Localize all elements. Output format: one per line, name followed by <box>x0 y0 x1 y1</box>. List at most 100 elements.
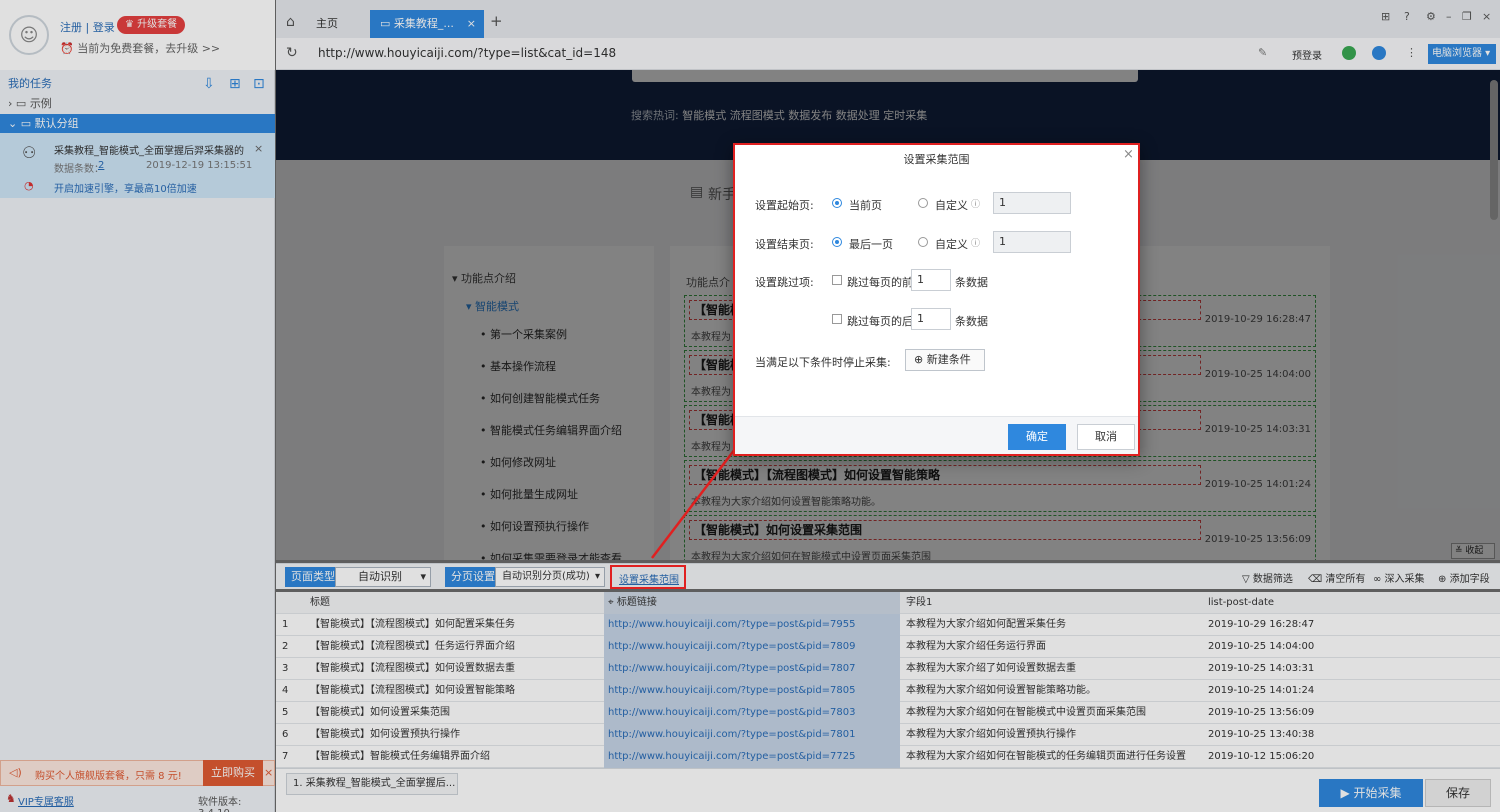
task-count[interactable]: 2 <box>98 160 104 171</box>
login-link[interactable]: 登录 <box>93 21 115 34</box>
cancel-button[interactable]: 取消 <box>1077 424 1135 450</box>
cell-link: http://www.houyicaiji.com/?type=post&pid… <box>604 636 900 658</box>
skip-front-checkbox[interactable] <box>832 275 842 285</box>
refresh-icon[interactable]: ↻ <box>286 45 298 61</box>
task-item[interactable]: ⚇ 采集教程_智能模式_全面掌握后羿采集器的... × 数据条数： 2 2019… <box>0 133 275 198</box>
buy-now-button[interactable]: 立即购买 <box>203 760 263 786</box>
hot-word[interactable]: 流程图模式 <box>730 109 785 122</box>
search-task-icon[interactable]: ⊡ <box>253 74 265 94</box>
radio-custom-start[interactable] <box>918 198 928 208</box>
web-scrollbar[interactable] <box>1490 80 1498 220</box>
group-example[interactable]: › ▭ 示例 <box>0 94 275 114</box>
hot-word[interactable]: 定时采集 <box>883 109 927 122</box>
deep-collect-button[interactable]: ∞ 深入采集 <box>1373 570 1425 585</box>
restore-icon[interactable]: ❐ <box>1462 10 1472 23</box>
menu-root[interactable]: ▾ 功能点介绍 <box>452 270 652 286</box>
vip-service-link[interactable]: VIP专属客服 <box>18 793 74 808</box>
import-icon[interactable]: ⇩ <box>203 74 215 94</box>
skip-front-input[interactable]: 1 <box>911 269 951 291</box>
settings-icon[interactable]: ⚙ <box>1426 10 1436 23</box>
hot-word[interactable]: 智能模式 <box>682 109 726 122</box>
row-index: 3 <box>282 663 289 674</box>
plugin-icon[interactable] <box>1342 46 1356 60</box>
radio-current-page[interactable] <box>832 198 842 208</box>
minimize-icon[interactable]: – <box>1446 10 1452 23</box>
new-condition-button[interactable]: ⊕ 新建条件 <box>905 349 985 371</box>
table-row[interactable]: 3 【智能模式】【流程图模式】如何设置数据去重 http://www.houyi… <box>276 658 1500 680</box>
custom-end-label: 自定义 <box>935 238 968 251</box>
hot-word[interactable]: 数据发布 <box>788 109 832 122</box>
gift-icon[interactable]: ⊞ <box>1381 10 1390 23</box>
table-row[interactable]: 6 【智能模式】如何设置预执行操作 http://www.houyicaiji.… <box>276 724 1500 746</box>
column-header[interactable]: list-post-date <box>1204 592 1494 614</box>
help-icon[interactable]: ? <box>1404 10 1410 23</box>
table-row[interactable]: 2 【智能模式】【流程图模式】任务运行界面介绍 http://www.houyi… <box>276 636 1500 658</box>
tab-home[interactable]: 主页 <box>306 10 348 38</box>
start-page-input[interactable]: 1 <box>993 192 1071 214</box>
end-page-input[interactable]: 1 <box>993 231 1071 253</box>
menu-item-label: 如何修改网址 <box>490 456 556 469</box>
table-row[interactable]: 7 【智能模式】智能模式任务编辑界面介绍 http://www.houyicai… <box>276 746 1500 768</box>
table-row[interactable]: 4 【智能模式】【流程图模式】如何设置智能策略 http://www.houyi… <box>276 680 1500 702</box>
clear-all-button[interactable]: ⌫ 清空所有 <box>1308 570 1365 585</box>
more-icon[interactable]: ⋮ <box>1406 46 1417 59</box>
trash-icon: ⌫ <box>1308 574 1323 585</box>
pre-login-button[interactable]: 预登录 <box>1292 47 1322 62</box>
add-field-button[interactable]: ⊕ 添加字段 <box>1438 570 1490 585</box>
sidebar: ☺ 注册 | 登录 ♛ 升级套餐 ⏰ 当前为免费套餐，去升级 >> 我的任务 ⇩… <box>0 0 275 812</box>
group-default[interactable]: ⌄ ▭ 默认分组 <box>0 114 275 134</box>
column-header[interactable]: ⌖ 标题链接 <box>604 592 900 614</box>
home-icon[interactable]: ⌂ <box>286 14 295 30</box>
column-header[interactable]: 标题 <box>306 592 602 614</box>
hot-word[interactable]: 数据处理 <box>836 109 880 122</box>
cell-field: 本教程为大家介绍了如何设置数据去重 <box>906 663 1076 674</box>
collapse-button[interactable]: ≚ 收起 <box>1451 543 1495 559</box>
download-icon[interactable] <box>1372 46 1386 60</box>
close-window-icon[interactable]: × <box>1482 10 1491 23</box>
accel-link[interactable]: 开启加速引擎，享最高10倍加速 <box>54 180 197 195</box>
range-dialog: 设置采集范围 × 设置起始页: 当前页 自定义 ⓘ 1 设置结束页: 最后一页 … <box>733 143 1140 456</box>
free-plan-text[interactable]: 当前为免费套餐，去升级 >> <box>77 42 220 55</box>
help-icon[interactable]: ⓘ <box>971 236 980 249</box>
save-button[interactable]: 保存 <box>1425 779 1491 807</box>
upgrade-badge[interactable]: ♛ 升级套餐 <box>117 16 186 34</box>
filter-button[interactable]: ▽ 数据筛选 <box>1242 570 1293 585</box>
skip-back-input[interactable]: 1 <box>911 308 951 330</box>
close-promo-icon[interactable]: × <box>264 766 273 779</box>
add-task-icon[interactable]: ⊞ <box>229 74 241 94</box>
avatar[interactable]: ☺ <box>9 15 49 55</box>
confirm-button[interactable]: 确定 <box>1008 424 1066 450</box>
menu-item-label: 如何批量生成网址 <box>490 488 578 501</box>
start-collect-button[interactable]: ▶ 开始采集 <box>1319 779 1423 807</box>
radio-last-page[interactable] <box>832 237 842 247</box>
close-task-icon[interactable]: × <box>254 142 263 155</box>
column-header[interactable]: 字段1 <box>902 592 1202 614</box>
task-tab[interactable]: 1. 采集教程_智能模式_全面掌握后... <box>286 773 458 795</box>
task-title: 采集教程_智能模式_全面掌握后羿采集器的... <box>54 146 244 157</box>
register-link[interactable]: 注册 <box>60 21 82 34</box>
page-type-select[interactable]: 自动识别 ▾ <box>335 567 431 587</box>
url-input[interactable]: http://www.houyicaiji.com/?type=list&cat… <box>318 46 616 60</box>
side-menu: ▾ 功能点介绍 ▾ 智能模式 • 第一个采集案例 • 基本操作流程 • 如何创建… <box>444 246 654 560</box>
close-dialog-icon[interactable]: × <box>1123 147 1134 162</box>
cell-date: 2019-10-29 16:28:47 <box>1208 619 1315 630</box>
menu-sub[interactable]: ▾ 智能模式 <box>466 298 666 314</box>
radio-custom-end[interactable] <box>918 237 928 247</box>
browser-mode-select[interactable]: 电脑浏览器 ▾ <box>1428 44 1496 64</box>
skip-back-checkbox[interactable] <box>832 314 842 324</box>
new-tab-icon[interactable]: + <box>490 12 503 30</box>
table-row[interactable]: 1 【智能模式】【流程图模式】如何配置采集任务 http://www.houyi… <box>276 614 1500 636</box>
dialog-footer: 确定 取消 <box>735 416 1138 454</box>
menu-item[interactable]: • 基本操作流程 <box>480 358 680 374</box>
table-row[interactable]: 5 【智能模式】如何设置采集范围 http://www.houyicaiji.c… <box>276 702 1500 724</box>
alarm-icon: ⏰ <box>60 42 74 55</box>
hot-words: 搜索热词: 智能模式 流程图模式 数据发布 数据处理 定时采集 <box>631 107 927 123</box>
column-header-label: 标题链接 <box>616 597 657 608</box>
tab-active[interactable]: ▭ 采集教程_... × <box>370 10 484 38</box>
menu-item[interactable]: • 第一个采集案例 <box>480 326 680 342</box>
edit-icon[interactable]: ✎ <box>1258 46 1267 59</box>
help-icon[interactable]: ⓘ <box>971 197 980 210</box>
site-search-input[interactable] <box>632 70 1138 82</box>
paging-select[interactable]: 自动识别分页(成功) ▾ <box>495 567 605 587</box>
close-tab-icon[interactable]: × <box>467 10 476 38</box>
